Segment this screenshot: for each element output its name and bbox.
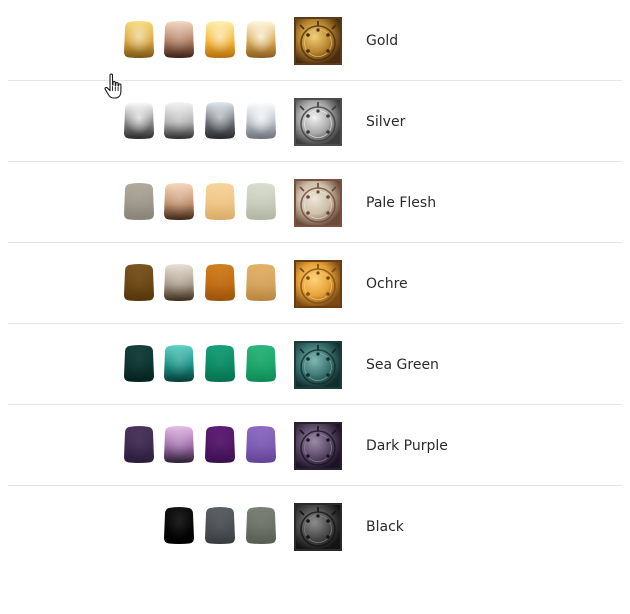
paint-pot-swatch[interactable]: [164, 20, 194, 58]
color-name[interactable]: Dark Purple: [366, 405, 448, 486]
color-row-gold[interactable]: Gold: [0, 0, 630, 81]
paint-pot-swatch[interactable]: [246, 263, 276, 301]
paint-pot-swatch[interactable]: [124, 101, 154, 139]
paint-pot-swatch[interactable]: [246, 425, 276, 463]
model-preview-thumbnail[interactable]: [294, 17, 342, 65]
model-preview-thumbnail[interactable]: [294, 422, 342, 470]
paint-pot-swatch[interactable]: [164, 182, 194, 220]
paint-pot-swatch[interactable]: [246, 101, 276, 139]
paint-pot-swatch[interactable]: [164, 506, 194, 544]
model-preview-thumbnail[interactable]: [294, 98, 342, 146]
paint-pot-swatch[interactable]: [205, 506, 235, 544]
paint-pot-swatch[interactable]: [246, 344, 276, 382]
paint-pot-swatch[interactable]: [124, 344, 154, 382]
paint-pot-swatch[interactable]: [246, 506, 276, 544]
paint-pot-swatch[interactable]: [205, 182, 235, 220]
paint-pot-swatch[interactable]: [205, 344, 235, 382]
color-name[interactable]: Ochre: [366, 243, 408, 324]
paint-pot-swatch[interactable]: [246, 20, 276, 58]
color-name[interactable]: Sea Green: [366, 324, 439, 405]
color-row-black[interactable]: Black: [0, 486, 630, 567]
model-preview-thumbnail[interactable]: [294, 179, 342, 227]
paint-pot-swatch[interactable]: [205, 263, 235, 301]
color-name[interactable]: Gold: [366, 0, 398, 81]
paint-pot-swatch[interactable]: [124, 20, 154, 58]
paint-pot-swatch[interactable]: [124, 182, 154, 220]
hand-pointer-cursor-icon: [104, 73, 126, 101]
color-scheme-list: Gold Silver Pale Flesh Ochre Sea Green D…: [0, 0, 630, 567]
paint-pot-swatch[interactable]: [205, 425, 235, 463]
color-name[interactable]: Black: [366, 486, 404, 567]
paint-pot-swatch[interactable]: [246, 182, 276, 220]
paint-pot-swatch[interactable]: [205, 101, 235, 139]
paint-pot-swatch[interactable]: [164, 263, 194, 301]
paint-pot-swatch[interactable]: [164, 101, 194, 139]
color-name[interactable]: Silver: [366, 81, 405, 162]
paint-pot-swatch[interactable]: [124, 425, 154, 463]
model-preview-thumbnail[interactable]: [294, 503, 342, 551]
model-preview-thumbnail[interactable]: [294, 260, 342, 308]
paint-pot-swatch[interactable]: [164, 344, 194, 382]
paint-pot-swatch[interactable]: [205, 20, 235, 58]
color-row-sea-green[interactable]: Sea Green: [0, 324, 630, 405]
paint-pot-swatch[interactable]: [164, 425, 194, 463]
color-row-dark-purple[interactable]: Dark Purple: [0, 405, 630, 486]
color-row-pale-flesh[interactable]: Pale Flesh: [0, 162, 630, 243]
color-row-ochre[interactable]: Ochre: [0, 243, 630, 324]
model-preview-thumbnail[interactable]: [294, 341, 342, 389]
color-name[interactable]: Pale Flesh: [366, 162, 436, 243]
color-row-silver[interactable]: Silver: [0, 81, 630, 162]
paint-pot-swatch[interactable]: [124, 263, 154, 301]
